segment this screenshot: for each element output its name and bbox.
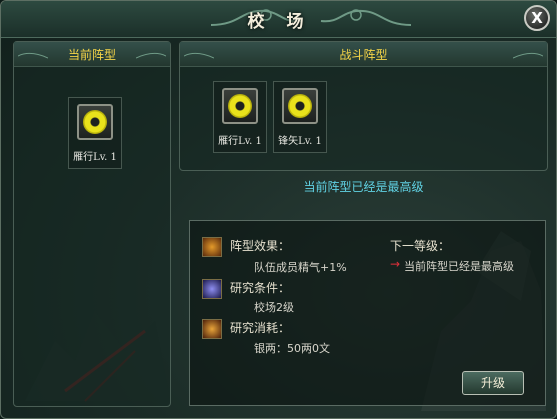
formation-level: Lv. 1 xyxy=(238,136,262,147)
current-formation-slot[interactable]: 雁行Lv. 1 xyxy=(68,97,122,169)
formation-window: 校 场 X 当前阵型 雁行Lv. 1 战斗阵型 雁行Lv. 1 锋矢Lv. 1 … xyxy=(0,0,557,419)
arrow-icon: → xyxy=(390,257,401,271)
current-formation-label: 雁行Lv. 1 xyxy=(69,148,121,163)
current-formation-panel: 当前阵型 雁行Lv. 1 xyxy=(13,41,171,407)
formation-slot-fengshi[interactable]: 锋矢Lv. 1 xyxy=(273,81,327,153)
cost-label: 研究消耗： xyxy=(230,321,291,335)
requirement-value: 校场2级 xyxy=(254,301,294,314)
effect-icon xyxy=(202,237,222,257)
formation-slot-yanxing[interactable]: 雁行Lv. 1 xyxy=(213,81,267,153)
cost-icon xyxy=(202,319,222,339)
window-title: 校 场 xyxy=(247,12,312,32)
close-button[interactable]: X xyxy=(524,5,550,31)
formation-coin-icon xyxy=(282,88,318,124)
next-level-value: 当前阵型已经是最高级 xyxy=(404,260,514,273)
battle-formation-header: 战斗阵型 xyxy=(180,42,547,67)
title-bar[interactable]: 校 场 X xyxy=(1,1,556,38)
formation-name: 锋矢 xyxy=(278,136,299,147)
battle-formation-title: 战斗阵型 xyxy=(339,48,388,62)
requirement-icon xyxy=(202,279,222,299)
current-formation-header: 当前阵型 xyxy=(14,42,170,67)
header-ornament-right xyxy=(136,52,166,59)
formation-coin-icon xyxy=(222,88,258,124)
battle-formation-panel: 战斗阵型 雁行Lv. 1 锋矢Lv. 1 xyxy=(179,41,548,171)
requirement-label: 研究条件： xyxy=(230,281,291,295)
upgrade-button[interactable]: 升级 xyxy=(462,371,524,395)
max-level-notice: 当前阵型已经是最高级 xyxy=(303,180,424,194)
formation-slot-label: 锋矢Lv. 1 xyxy=(274,132,326,147)
cost-value: 银两：50两0文 xyxy=(254,342,330,355)
effect-label: 阵型效果： xyxy=(230,239,291,253)
formation-level: Lv. 1 xyxy=(93,152,117,163)
formation-name: 雁行 xyxy=(218,136,239,147)
header-ornament-right xyxy=(513,52,543,59)
formation-slot-label: 雁行Lv. 1 xyxy=(214,132,266,147)
formation-coin-icon xyxy=(77,104,113,140)
effect-value: 队伍成员精气+1% xyxy=(254,261,347,274)
next-level-label: 下一等级： xyxy=(390,239,451,253)
formation-level: Lv. 1 xyxy=(298,136,322,147)
formation-name: 雁行 xyxy=(73,152,94,163)
